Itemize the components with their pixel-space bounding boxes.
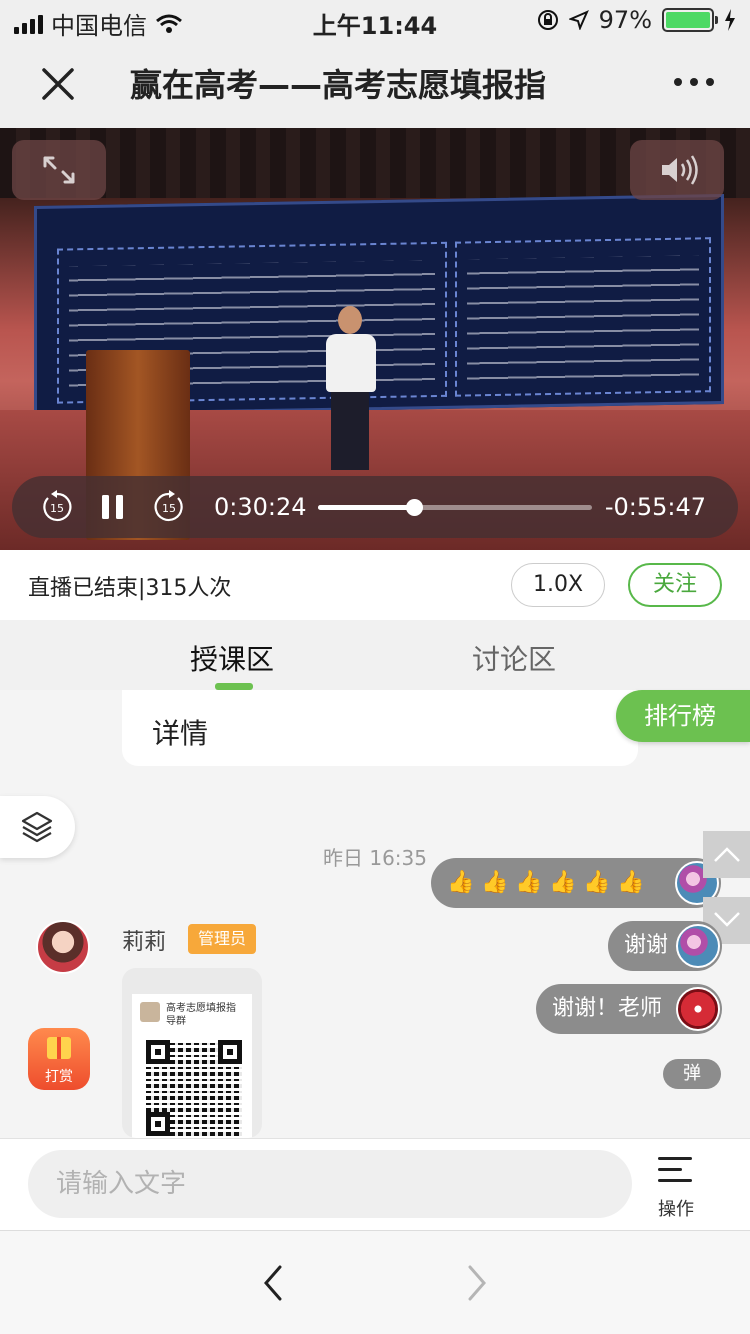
charging-icon: [725, 9, 735, 31]
chevron-down-icon: [714, 912, 740, 927]
gift-icon: [47, 1037, 71, 1059]
live-status: 直播已结束|315人次: [28, 570, 231, 602]
avatar[interactable]: [676, 987, 720, 1031]
follow-button[interactable]: 关注: [628, 563, 722, 607]
thumbs-up-icon: 👍: [515, 870, 543, 895]
viewer-count: 315人次: [145, 576, 232, 601]
live-status-text: 直播已结束: [28, 576, 139, 601]
tab-lecture[interactable]: 授课区: [190, 638, 274, 678]
close-icon[interactable]: [36, 62, 80, 106]
forward-icon[interactable]: [458, 1261, 494, 1305]
battery-icon: [662, 8, 718, 32]
tab-discussion[interactable]: 讨论区: [472, 638, 556, 678]
player-controls: 15 15 0:30:24 -0:55:47: [12, 476, 738, 538]
skip-back-label: 15: [50, 502, 64, 515]
progress-knob[interactable]: [405, 499, 423, 516]
tab-bar: 授课区 讨论区: [0, 620, 750, 690]
menu-icon: [658, 1157, 692, 1190]
playback-speed-button[interactable]: 1.0X: [511, 563, 605, 607]
qr-code: [146, 1040, 242, 1136]
chat-bubble-thumbs: 👍 👍 👍 👍 👍 👍: [431, 858, 721, 908]
browser-toolbar: [0, 1230, 750, 1334]
progress-slider[interactable]: [318, 499, 592, 516]
video-player[interactable]: 15 15 0:30:24 -0:55:47: [0, 128, 750, 550]
remaining-time: -0:55:47: [604, 493, 706, 521]
progress-played: [318, 505, 414, 510]
battery-percent: 97%: [598, 6, 652, 34]
tip-label: 打赏: [45, 1069, 73, 1085]
barrage-toggle[interactable]: 弹: [663, 1059, 721, 1089]
speaker: [322, 306, 378, 474]
operations-button[interactable]: 操作: [648, 1153, 704, 1220]
skip-back-icon[interactable]: 15: [40, 490, 74, 524]
back-icon[interactable]: [256, 1261, 292, 1305]
avatar[interactable]: [676, 924, 720, 968]
live-info-bar: 直播已结束|315人次 1.0X 关注: [0, 550, 750, 620]
qr-card: 高考志愿填报指导群: [132, 994, 252, 1138]
avatar[interactable]: [36, 920, 90, 974]
chat-input[interactable]: [28, 1150, 632, 1218]
qr-group-avatar: [140, 1002, 160, 1022]
input-bar: 操作: [0, 1138, 750, 1230]
volume-icon: [662, 155, 698, 185]
thumbs-up-icon: 👍: [549, 870, 577, 895]
page-title: 赢在高考——高考志愿填报指: [130, 66, 547, 104]
detail-card[interactable]: 详情: [122, 690, 638, 766]
admin-name: 莉莉: [122, 930, 167, 955]
thumbs-up-icon: 👍: [481, 870, 509, 895]
volume-button[interactable]: [630, 140, 724, 200]
status-bar: 中国电信 上午11:44 97%: [0, 0, 750, 40]
nav-bar: 赢在高考——高考志愿填报指: [0, 40, 750, 128]
tab-indicator: [215, 683, 253, 690]
scroll-up-button[interactable]: [703, 831, 750, 878]
chat-bubble: 谢谢！老师: [536, 984, 722, 1034]
admin-badge: 管理员: [188, 924, 257, 954]
operations-label: 操作: [658, 1199, 694, 1220]
status-right: 97%: [537, 6, 736, 34]
thumbs-up-icon: 👍: [447, 870, 475, 895]
qr-header: 高考志愿填报指导群: [140, 1002, 244, 1032]
location-icon: [568, 10, 589, 30]
fullscreen-button[interactable]: [12, 140, 106, 200]
chat-message-text: 谢谢: [624, 933, 669, 958]
fullscreen-icon: [43, 156, 75, 184]
chevron-up-icon: [714, 847, 740, 862]
thumbs-up-icon: 👍: [583, 870, 611, 895]
current-time: 0:30:24: [214, 493, 307, 521]
more-icon[interactable]: [674, 78, 714, 86]
qr-image-message[interactable]: 高考志愿填报指导群: [122, 968, 262, 1138]
layers-icon: [21, 811, 53, 843]
chat-bubble: 谢谢: [608, 921, 722, 971]
rotation-lock-icon: [537, 10, 558, 30]
qr-title: 高考志愿填报指导群: [166, 1003, 236, 1027]
skip-forward-label: 15: [162, 502, 176, 515]
skip-forward-icon[interactable]: 15: [152, 490, 186, 524]
tip-button[interactable]: 打赏: [28, 1028, 90, 1090]
chat-message-text: 谢谢！老师: [552, 996, 663, 1021]
leaderboard-button[interactable]: 排行榜: [616, 690, 750, 742]
pause-icon[interactable]: [100, 490, 126, 524]
thumbs-up-icon: 👍: [617, 870, 645, 895]
detail-label: 详情: [152, 717, 209, 750]
screen-panel-right: [455, 237, 711, 397]
